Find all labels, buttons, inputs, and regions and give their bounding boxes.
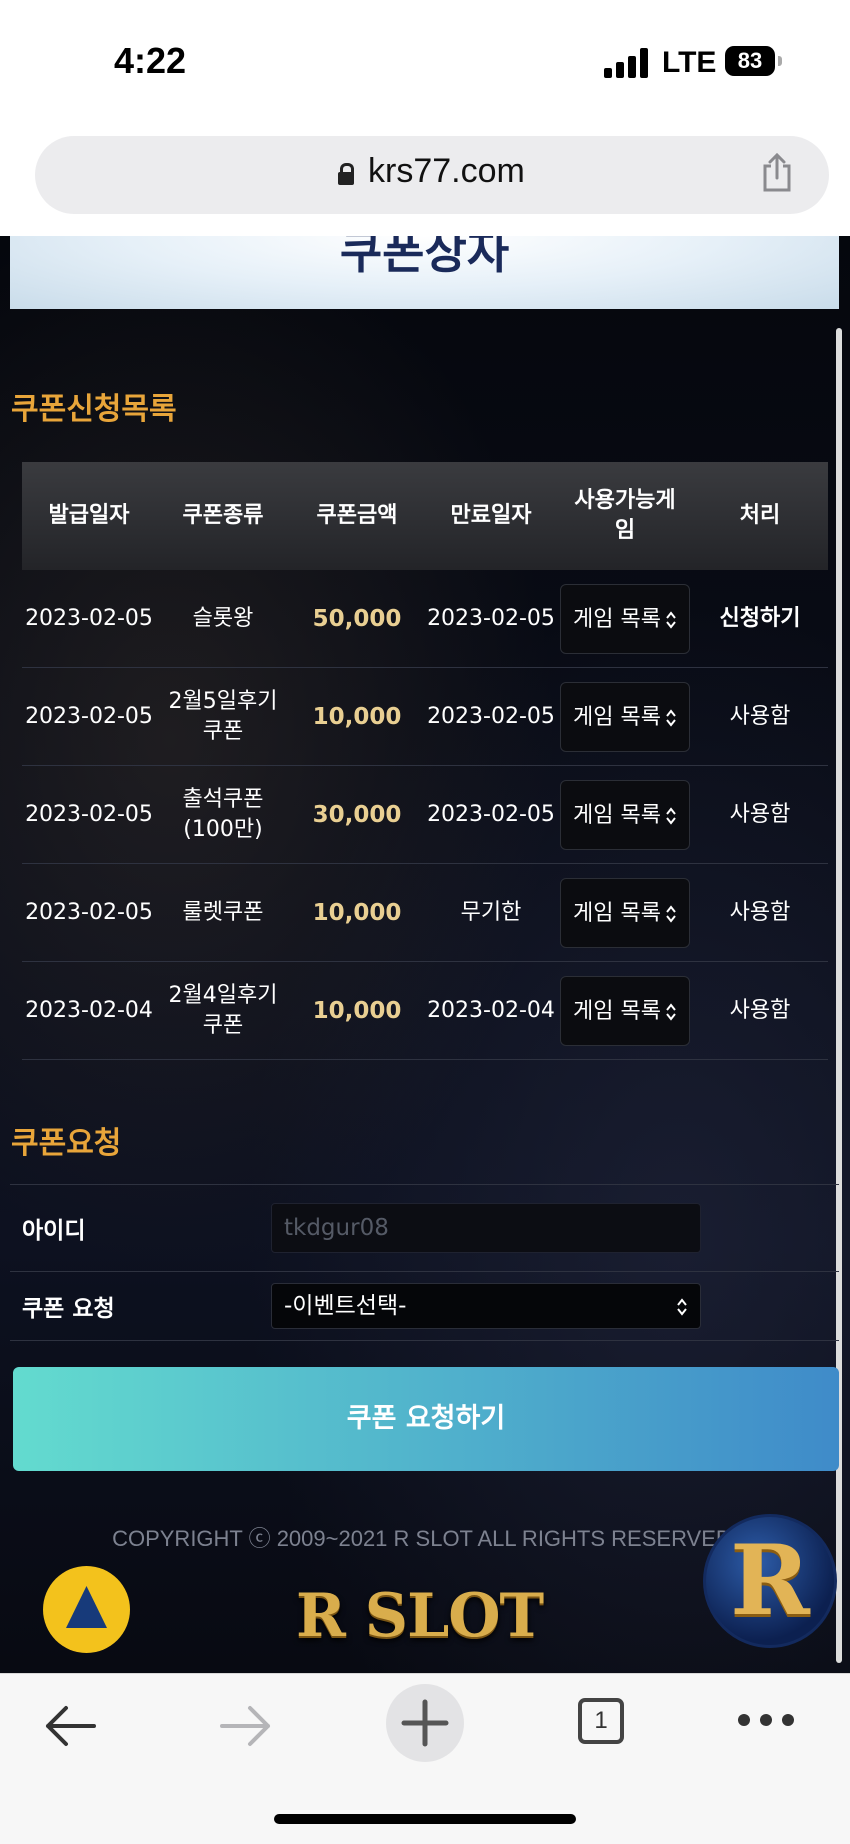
coupon-type: 2월5일후기쿠폰 bbox=[168, 688, 278, 744]
id-field[interactable]: tkdgur08 bbox=[271, 1203, 701, 1253]
scroll-top-button[interactable] bbox=[43, 1566, 130, 1653]
plus-icon bbox=[401, 1699, 449, 1747]
game-select-cell: 게임 목록 bbox=[558, 877, 692, 948]
expiry-date: 2023-02-05 bbox=[427, 605, 555, 631]
status-used: 사용함 bbox=[729, 801, 791, 827]
battery-tip bbox=[778, 56, 782, 66]
apply-button[interactable]: 신청하기 bbox=[692, 604, 828, 634]
share-icon[interactable] bbox=[760, 152, 794, 192]
signal-icon bbox=[604, 48, 648, 78]
expiry-date: 2023-02-05 bbox=[427, 801, 555, 827]
col-type: 쿠폰종류 bbox=[182, 503, 264, 528]
page-title: 쿠폰상자 bbox=[339, 236, 510, 279]
game-select-cell: 게임 목록 bbox=[558, 975, 692, 1046]
game-select-cell: 게임 목록 bbox=[558, 583, 692, 654]
status-used: 사용함 bbox=[729, 703, 791, 729]
coupon-type: 슬롯왕 bbox=[192, 605, 254, 631]
page-content: 쿠폰상자 쿠폰신청목록 발급일자 쿠폰종류 쿠폰금액 만료일자 사용가능게임 처… bbox=[0, 236, 850, 1673]
coupon-type: 출석쿠폰(100만) bbox=[182, 786, 264, 842]
rslot-logo: R SLOT bbox=[296, 1581, 544, 1651]
more-options-icon[interactable] bbox=[736, 1712, 796, 1728]
expiry-date: 2023-02-05 bbox=[427, 703, 555, 729]
r-badge-letter: R bbox=[730, 1524, 810, 1637]
new-tab-button[interactable] bbox=[386, 1684, 464, 1762]
chevron-updown-icon bbox=[677, 1298, 687, 1316]
issued-date: 2023-02-05 bbox=[25, 605, 153, 631]
col-game: 사용가능게임 bbox=[574, 488, 676, 543]
chevron-updown-icon bbox=[666, 610, 676, 629]
game-select-label: 게임 목록 bbox=[573, 606, 661, 632]
col-action: 처리 bbox=[739, 503, 781, 528]
table-row: 2023-02-05 룰렛쿠폰 10,000 무기한 게임 목록 사용함 bbox=[22, 864, 828, 962]
coupon-amount: 10,000 bbox=[312, 899, 402, 926]
request-row: 쿠폰 요청 -이벤트선택- bbox=[10, 1271, 839, 1341]
game-list-select[interactable]: 게임 목록 bbox=[560, 583, 690, 654]
game-select-cell: 게임 목록 bbox=[558, 681, 692, 752]
status-used: 사용함 bbox=[729, 899, 791, 925]
game-select-label: 게임 목록 bbox=[573, 998, 661, 1024]
table-row: 2023-02-05 슬롯왕 50,000 2023-02-05 게임 목록 신… bbox=[22, 570, 828, 668]
col-expires: 만료일자 bbox=[450, 503, 532, 528]
request-label: 쿠폰 요청 bbox=[22, 1296, 115, 1322]
coupon-amount: 50,000 bbox=[312, 605, 402, 632]
chevron-updown-icon bbox=[666, 904, 676, 923]
game-select-cell: 게임 목록 bbox=[558, 779, 692, 850]
game-list-select[interactable]: 게임 목록 bbox=[560, 975, 690, 1046]
network-type: LTE bbox=[662, 46, 717, 79]
event-select[interactable]: -이벤트선택- bbox=[271, 1283, 701, 1329]
issued-date: 2023-02-05 bbox=[25, 899, 153, 925]
game-list-select[interactable]: 게임 목록 bbox=[560, 681, 690, 752]
battery-icon: 83 bbox=[725, 46, 775, 76]
coupon-type: 룰렛쿠폰 bbox=[182, 899, 264, 925]
up-arrow-icon bbox=[66, 1586, 107, 1628]
coupon-table: 발급일자 쿠폰종류 쿠폰금액 만료일자 사용가능게임 처리 2023-02-05… bbox=[22, 462, 828, 1060]
game-list-select[interactable]: 게임 목록 bbox=[560, 877, 690, 948]
game-list-select[interactable]: 게임 목록 bbox=[560, 779, 690, 850]
chevron-updown-icon bbox=[666, 1002, 676, 1021]
back-arrow-icon[interactable] bbox=[42, 1701, 98, 1751]
forward-arrow-icon[interactable] bbox=[218, 1701, 274, 1751]
coupon-list-title: 쿠폰신청목록 bbox=[11, 392, 177, 427]
table-row: 2023-02-05 2월5일후기쿠폰 10,000 2023-02-05 게임… bbox=[22, 668, 828, 766]
issued-date: 2023-02-05 bbox=[25, 703, 153, 729]
status-time: 4:22 bbox=[114, 40, 187, 81]
table-row: 2023-02-04 2월4일후기쿠폰 10,000 2023-02-04 게임… bbox=[22, 962, 828, 1060]
status-used: 사용함 bbox=[729, 997, 791, 1023]
banner: 쿠폰상자 bbox=[10, 236, 839, 309]
home-indicator bbox=[274, 1814, 576, 1824]
url-text[interactable]: krs77.com bbox=[368, 152, 525, 191]
chevron-updown-icon bbox=[666, 806, 676, 825]
request-coupon-button[interactable]: 쿠폰 요청하기 bbox=[13, 1367, 839, 1471]
coupon-request-form: 아이디 tkdgur08 쿠폰 요청 -이벤트선택- bbox=[10, 1184, 839, 1341]
col-issued: 발급일자 bbox=[48, 503, 130, 528]
issued-date: 2023-02-05 bbox=[25, 801, 153, 827]
table-header: 발급일자 쿠폰종류 쿠폰금액 만료일자 사용가능게임 처리 bbox=[22, 462, 828, 570]
lock-icon bbox=[338, 163, 354, 185]
coupon-request-title: 쿠폰요청 bbox=[11, 1126, 122, 1161]
coupon-type: 2월4일후기쿠폰 bbox=[168, 982, 278, 1038]
tab-switcher-button[interactable]: 1 bbox=[578, 1698, 624, 1744]
table-row: 2023-02-05 출석쿠폰(100만) 30,000 2023-02-05 … bbox=[22, 766, 828, 864]
game-select-label: 게임 목록 bbox=[573, 704, 661, 730]
status-bar: 4:22 LTE 83 bbox=[0, 0, 850, 125]
game-select-label: 게임 목록 bbox=[573, 900, 661, 926]
id-label: 아이디 bbox=[22, 1218, 86, 1244]
id-row: 아이디 tkdgur08 bbox=[10, 1184, 839, 1271]
chevron-updown-icon bbox=[666, 708, 676, 727]
coupon-amount: 30,000 bbox=[312, 801, 402, 828]
game-select-label: 게임 목록 bbox=[573, 802, 661, 828]
col-amount: 쿠폰금액 bbox=[316, 503, 398, 528]
coupon-amount: 10,000 bbox=[312, 997, 402, 1024]
r-badge-button[interactable]: R bbox=[703, 1514, 837, 1648]
coupon-amount: 10,000 bbox=[312, 703, 402, 730]
issued-date: 2023-02-04 bbox=[25, 997, 153, 1023]
expiry-date: 무기한 bbox=[460, 899, 522, 925]
expiry-date: 2023-02-04 bbox=[427, 997, 555, 1023]
event-select-label: -이벤트선택- bbox=[284, 1293, 407, 1319]
